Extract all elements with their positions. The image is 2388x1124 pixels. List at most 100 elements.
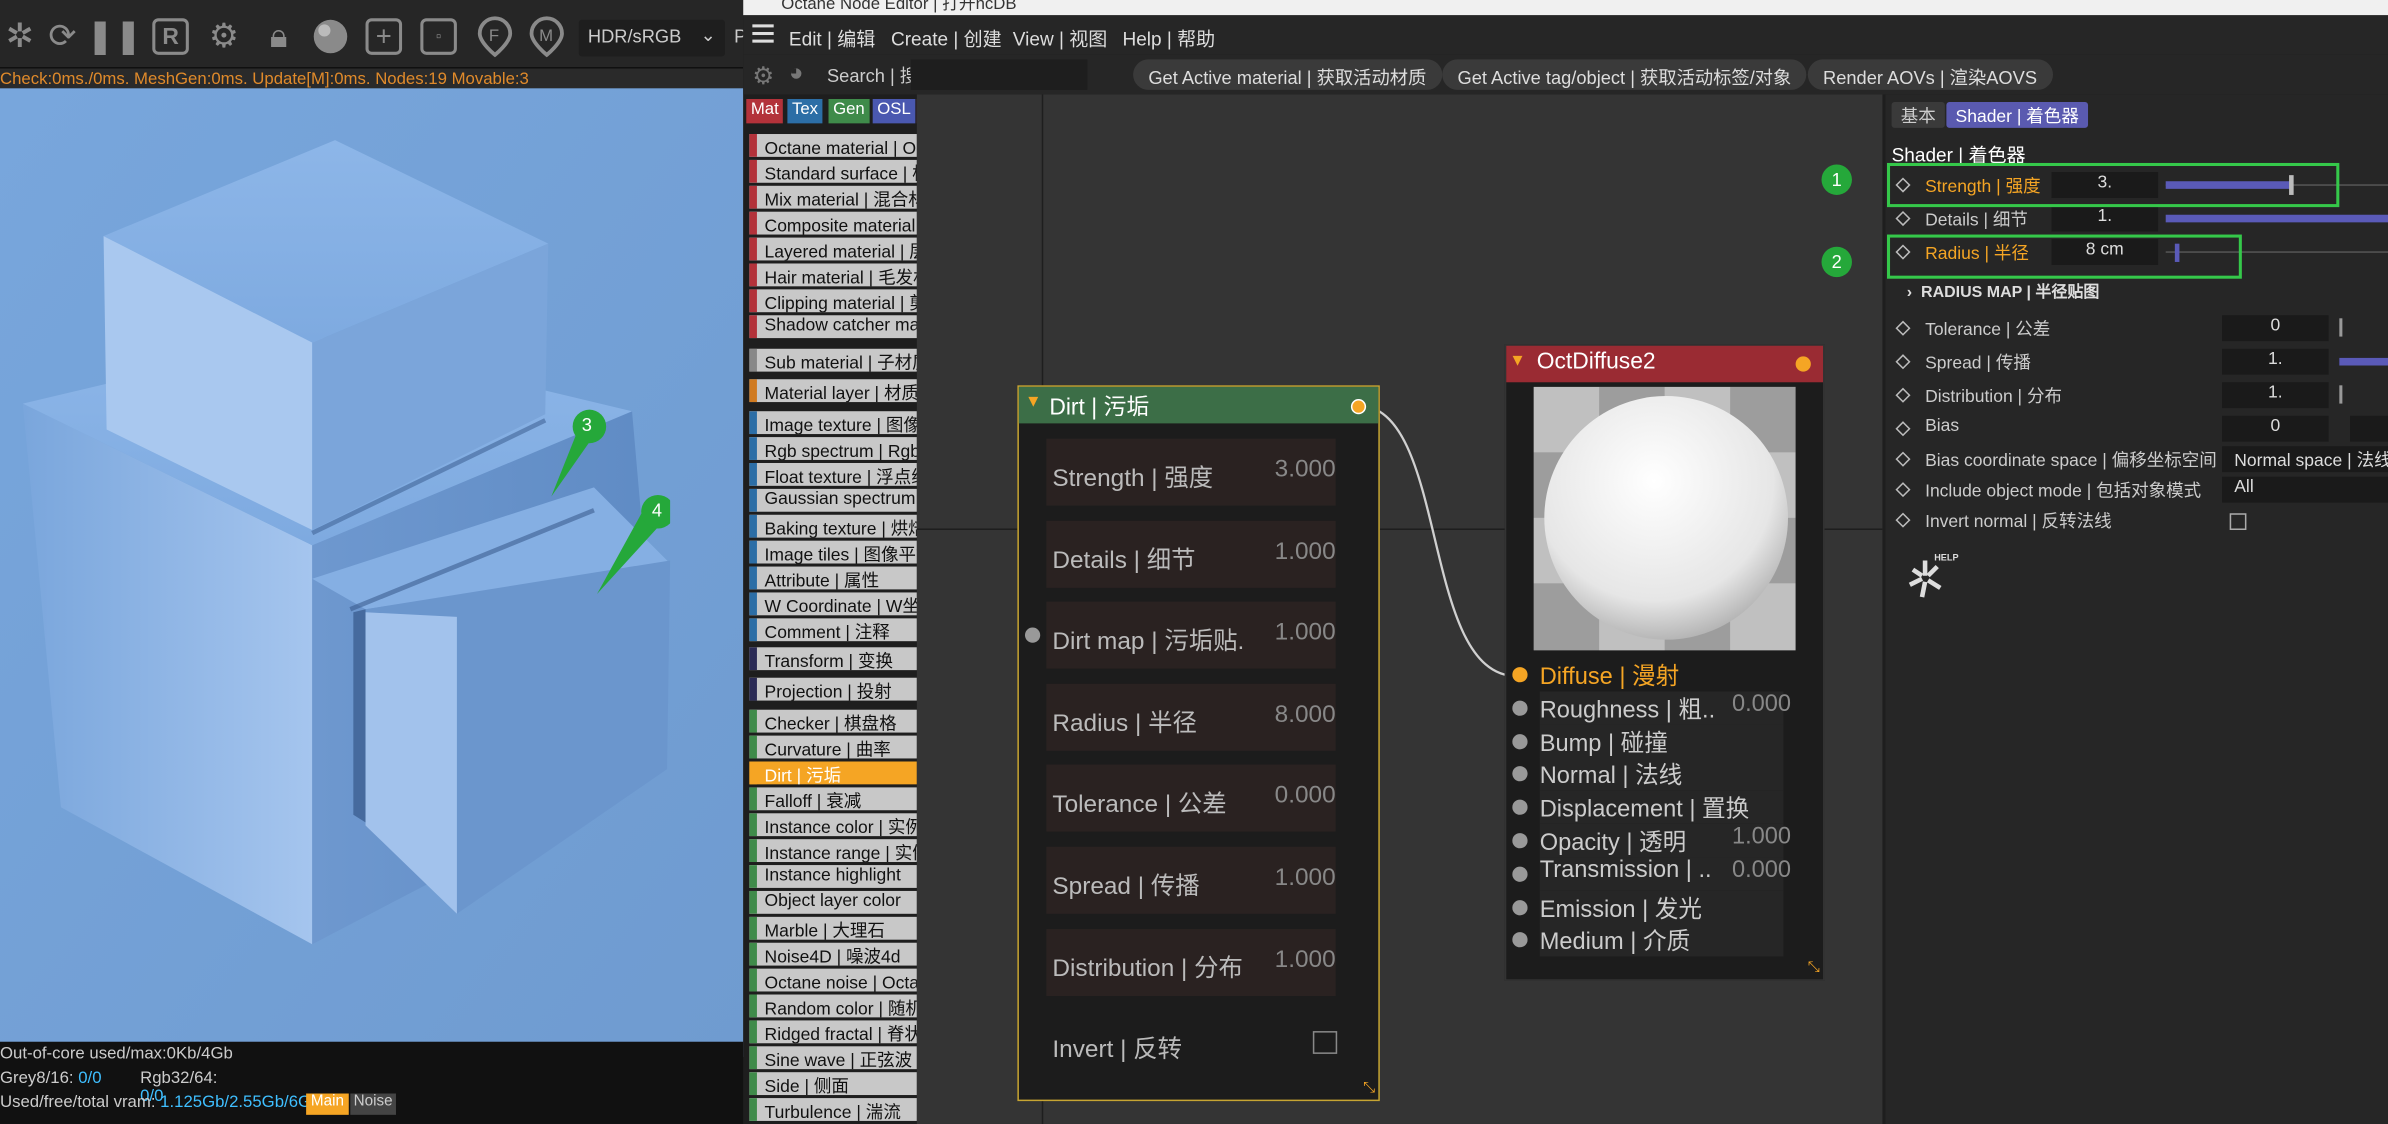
node-list-item[interactable]: Octane noise | Octane噪波 (749, 968, 917, 992)
node-list-item[interactable]: Noise4D | 噪波4d (749, 942, 917, 966)
node-list-item[interactable]: Shadow catcher mat (749, 315, 917, 339)
bias-space-select[interactable]: Normal space | 法线 (2222, 446, 2388, 473)
color-space-select[interactable]: HDR/sRGB ⌄ (578, 19, 725, 57)
octdiffuse-node-header[interactable]: ▼ OctDiffuse2 (1506, 345, 1824, 383)
resize-icon[interactable]: ⤡ (1363, 1080, 1375, 1097)
invert-checkbox[interactable] (1312, 1031, 1338, 1055)
invert-normal-row[interactable]: Invert normal | 反转法线 (1892, 507, 2388, 534)
node-list-item[interactable]: Instance range | 实例范围 (749, 839, 917, 863)
diffuse-input-value[interactable]: 1.000 (1732, 824, 1791, 851)
node-list-item[interactable]: Rgb spectrum | Rgb颜色 (749, 437, 917, 460)
tolerance-slider[interactable] (2339, 318, 2343, 337)
node-list-item[interactable]: Transform | 变换 (749, 647, 917, 671)
keyframe-icon[interactable] (1895, 421, 1911, 437)
diffuse-input-port[interactable] (1512, 733, 1528, 749)
material-icon[interactable]: ◕ (789, 61, 819, 88)
diffuse-input-row[interactable]: Normal | 法线 (1539, 757, 1784, 792)
octdiffuse-output-port[interactable] (1795, 356, 1811, 372)
diffuse-input-port[interactable] (1512, 799, 1528, 816)
dirt-param-value[interactable]: 1.000 (1275, 865, 1336, 892)
node-list-item[interactable]: Instance color | 实例颜色 (749, 813, 917, 837)
menu-edit[interactable]: Edit | 编辑 (789, 23, 875, 52)
category-tab-osl[interactable]: OSL (872, 98, 916, 124)
noise-button[interactable]: Noise (350, 1093, 396, 1115)
node-list-item[interactable]: Mix material | 混合材质 (749, 185, 917, 209)
diffuse-input-port[interactable] (1512, 700, 1528, 716)
refresh-icon[interactable]: ⟳ (43, 15, 83, 58)
bias-field-x[interactable]: 0 (2222, 415, 2329, 442)
diffuse-input-port[interactable] (1512, 932, 1528, 948)
category-tab-tex[interactable]: Tex (787, 98, 823, 124)
main-button[interactable]: Main (306, 1093, 349, 1115)
keyframe-icon[interactable] (1895, 512, 1911, 528)
diffuse-input-row[interactable]: Emission | 发光 (1539, 890, 1784, 924)
get-active-material-button[interactable]: Get Active material | 获取活动材质 (1133, 59, 1442, 90)
spread-slider-fill[interactable] (2339, 357, 2388, 366)
pause-icon[interactable]: ❚❚ (86, 15, 142, 58)
spread-row[interactable]: Spread | 传播 1. (1892, 348, 2388, 376)
category-tab-mat[interactable]: Mat (746, 98, 784, 124)
keyframe-icon[interactable] (1895, 387, 1911, 403)
include-mode-select[interactable]: All (2222, 476, 2388, 503)
dirt-param-value[interactable]: 8.000 (1275, 702, 1336, 729)
diffuse-input-row[interactable]: Transmission | .. 0.000 (1539, 857, 1791, 891)
include-mode-row[interactable]: Include object mode | 包括对象模式 All (1892, 476, 2388, 504)
diffuse-input-value[interactable]: 0.000 (1732, 857, 1791, 884)
search-input[interactable] (910, 59, 1088, 90)
help-button[interactable]: HELP (1901, 554, 1959, 609)
dirt-node-header[interactable]: ▼ Dirt | 污垢 (1018, 386, 1379, 424)
keyframe-icon[interactable] (1895, 451, 1911, 467)
dirt-param-row[interactable]: Invert | 反转 (1046, 1010, 1338, 1077)
node-list-item[interactable]: Gaussian spectrum (749, 488, 917, 512)
render-aovs-button[interactable]: Render AOVs | 渲染AOVS (1807, 59, 2053, 90)
dirt-param-value[interactable]: 1.000 (1275, 620, 1336, 647)
diffuse-input-port[interactable] (1512, 899, 1528, 915)
invert-normal-checkbox[interactable] (2229, 513, 2247, 531)
bias-space-row[interactable]: Bias coordinate space | 偏移坐标空间 Normal sp… (1892, 446, 2388, 473)
dirt-param-row[interactable]: Radius | 半径 8.000 (1046, 683, 1336, 751)
diffuse-input-row[interactable]: Bump | 碰撞 (1539, 724, 1784, 758)
node-list-item[interactable]: Marble | 大理石 (749, 916, 917, 940)
node-list-item[interactable]: Attribute | 属性 (749, 566, 917, 590)
tolerance-field[interactable]: 0 (2222, 315, 2329, 342)
octdiffuse-node[interactable]: ▼ OctDiffuse2 ⤡ Diffuse | 漫射 Roughness | … (1504, 344, 1825, 981)
node-list-item[interactable]: Baking texture | 烘焙 (749, 514, 917, 538)
distribution-field[interactable]: 1. (2222, 382, 2329, 409)
focus-icon[interactable]: ▫ (420, 18, 457, 55)
lock-icon[interactable]: 🔒︎ (259, 15, 299, 58)
tab-shader[interactable]: Shader | 着色器 (1946, 102, 2088, 128)
diffuse-input-port[interactable] (1512, 866, 1528, 882)
node-list-item[interactable]: Octane material | Octane材质 (749, 134, 917, 157)
node-list-item[interactable]: Curvature | 曲率 (749, 735, 917, 759)
tolerance-row[interactable]: Tolerance | 公差 0 (1892, 315, 2388, 342)
keyframe-icon[interactable] (1895, 211, 1911, 227)
node-list-item[interactable]: Random color | 随机颜色 (749, 994, 917, 1018)
diffuse-input-row[interactable]: Diffuse | 漫射 (1540, 658, 1784, 692)
dirt-node[interactable]: ▼ Dirt | 污垢 ⤡ Strength | 强度 3.000 Details … (1017, 385, 1380, 1102)
get-active-tag-button[interactable]: Get Active tag/object | 获取活动标签/对象 (1442, 59, 1807, 90)
diffuse-input-port[interactable] (1512, 833, 1528, 849)
dirt-param-row[interactable]: Dirt map | 污垢贴. 1.000 (1046, 601, 1336, 669)
diffuse-input-row[interactable]: Displacement | 置换 (1539, 790, 1784, 825)
resize-icon[interactable]: ⤡ (1808, 959, 1820, 976)
menu-view[interactable]: View | 视图 (1013, 23, 1108, 52)
hamburger-icon[interactable] (752, 24, 774, 43)
bias-field-y[interactable] (2349, 415, 2388, 442)
sphere-icon[interactable] (311, 15, 351, 58)
details-field[interactable]: 1. (2051, 205, 2159, 232)
node-list-item[interactable]: Standard surface | 标准表面 (749, 159, 917, 183)
spread-field[interactable]: 1. (2222, 348, 2329, 375)
keyframe-icon[interactable] (1895, 320, 1911, 336)
dirt-param-value[interactable]: 3.000 (1275, 457, 1336, 484)
category-tab-gen[interactable]: Gen (828, 98, 870, 124)
node-list-item[interactable]: Sine wave | 正弦波 (749, 1046, 917, 1070)
diffuse-input-value[interactable]: 0.000 (1732, 691, 1791, 718)
dirt-param-value[interactable]: 1.000 (1275, 947, 1336, 974)
keyframe-icon[interactable] (1895, 354, 1911, 370)
bias-row[interactable]: Bias 0 (1892, 415, 2388, 443)
dirt-output-port[interactable] (1350, 399, 1367, 415)
dirt-param-value[interactable]: 0.000 (1275, 783, 1336, 810)
details-slider-fill[interactable] (2165, 214, 2388, 223)
gear-icon[interactable]: ⚙ (204, 15, 244, 58)
node-list-item[interactable]: Object layer color (749, 890, 917, 914)
